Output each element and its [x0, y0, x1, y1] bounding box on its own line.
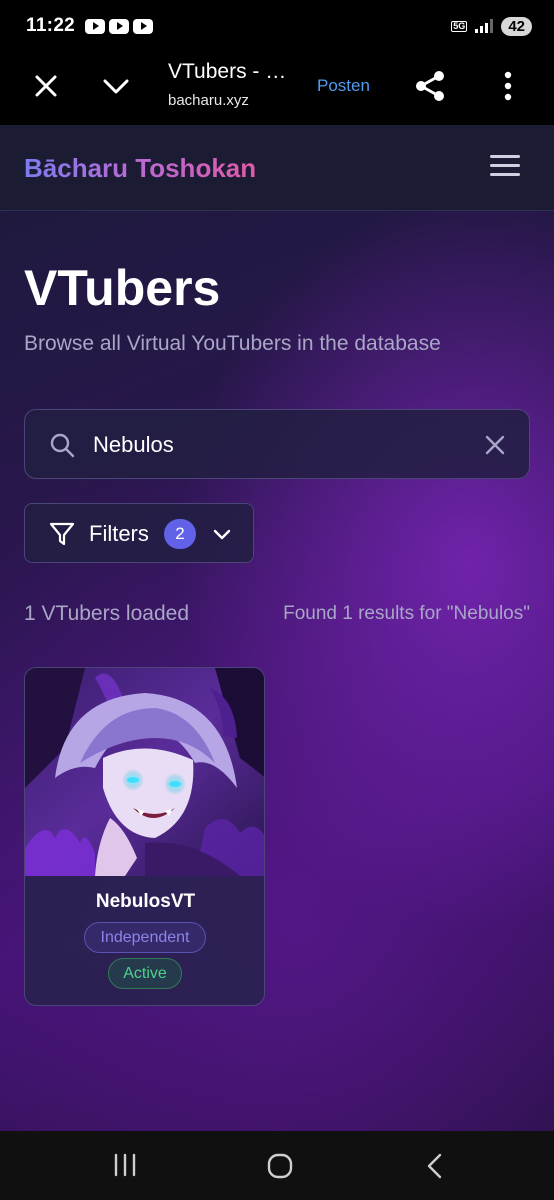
website-content: Bācharu Toshokan VTubers Browse all Virt… — [0, 125, 554, 1131]
results-text: Found 1 results for "Nebulos" — [283, 603, 530, 624]
chevron-down-icon — [213, 529, 231, 540]
posten-button[interactable]: Posten — [317, 76, 371, 96]
system-nav-bar — [0, 1131, 554, 1200]
status-time: 11:22 — [26, 15, 76, 36]
share-icon[interactable] — [412, 68, 448, 104]
filter-icon — [49, 522, 75, 546]
search-icon — [50, 433, 75, 458]
vtuber-card[interactable]: NebulosVT Independent Active — [24, 667, 265, 1006]
browser-toolbar: VTubers - … bacharu.xyz Posten — [0, 52, 554, 125]
notification-icons — [85, 18, 154, 34]
clear-icon[interactable] — [483, 433, 507, 457]
page-subtitle: Browse all Virtual YouTubers in the data… — [24, 332, 441, 355]
youtube-notification-icon — [85, 18, 106, 34]
search-box[interactable] — [24, 409, 530, 479]
more-vert-icon[interactable] — [496, 68, 520, 104]
site-header: Bācharu Toshokan — [0, 125, 554, 211]
loaded-count: 1 VTubers loaded — [24, 602, 189, 625]
home-icon[interactable] — [266, 1152, 294, 1180]
affiliation-badge: Independent — [84, 922, 206, 953]
browser-url[interactable]: bacharu.xyz — [168, 92, 249, 109]
page-title: VTubers — [24, 260, 221, 316]
search-input[interactable] — [93, 428, 473, 462]
browser-page-title: VTubers - … — [168, 60, 287, 83]
filters-label: Filters — [89, 521, 149, 546]
status-badge: Active — [108, 958, 182, 989]
site-brand-logo[interactable]: Bācharu Toshokan — [24, 153, 256, 184]
filters-count-badge: 2 — [164, 519, 196, 549]
hamburger-menu-icon[interactable] — [490, 155, 520, 179]
status-bar: 11:22 5G 42 — [0, 0, 554, 52]
close-icon[interactable] — [30, 70, 62, 102]
back-icon[interactable] — [424, 1153, 446, 1179]
recents-icon[interactable] — [112, 1153, 138, 1177]
filters-button[interactable]: Filters 2 — [24, 503, 254, 563]
youtube-notification-icon — [133, 18, 154, 34]
network-indicator: 5G — [451, 20, 468, 32]
youtube-notification-icon — [109, 18, 130, 34]
chevron-down-icon[interactable] — [100, 70, 132, 102]
vtuber-name[interactable]: NebulosVT — [25, 891, 264, 913]
vtuber-avatar-image — [25, 668, 264, 876]
battery-indicator: 42 — [501, 16, 532, 36]
signal-icon — [475, 19, 494, 33]
